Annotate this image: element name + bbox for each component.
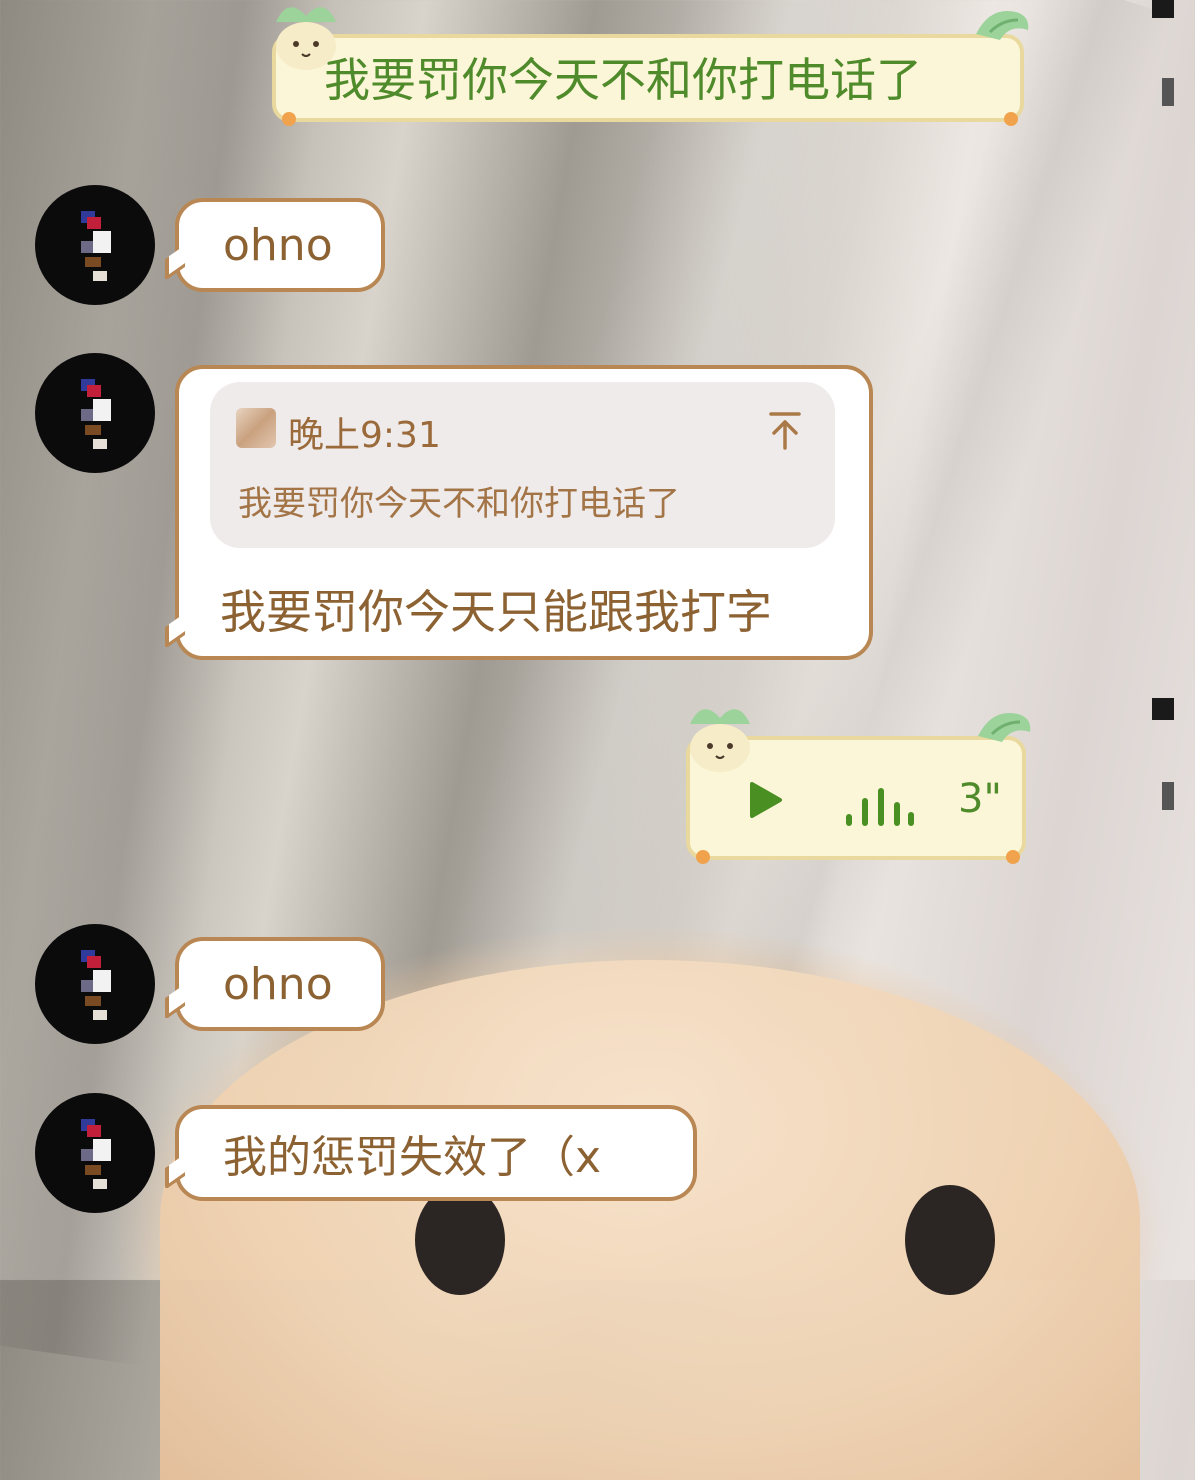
arrow-up-to-line-icon[interactable] bbox=[767, 410, 803, 450]
avatar[interactable] bbox=[35, 1093, 155, 1213]
background-plush-toy bbox=[160, 960, 1140, 1480]
leaf-tail-icon bbox=[978, 712, 1031, 742]
quoted-message[interactable]: 晚上9:31 我要罚你今天不和你打电话了 bbox=[210, 382, 835, 548]
leafeon-mascot-icon bbox=[690, 709, 750, 772]
background-plush-eye bbox=[415, 1185, 505, 1295]
message-text: 我要罚你今天不和你打电话了 bbox=[324, 53, 922, 107]
outgoing-voice-bubble[interactable]: 3" bbox=[686, 709, 1031, 864]
leaf-tail-icon bbox=[976, 10, 1029, 40]
message-text: ohno bbox=[223, 958, 333, 1010]
avatar[interactable] bbox=[35, 924, 155, 1044]
play-icon[interactable] bbox=[746, 780, 784, 820]
message-text: 我要罚你今天只能跟我打字 bbox=[220, 585, 772, 639]
mascot-foot bbox=[282, 112, 296, 126]
background-plush-eye bbox=[905, 1185, 995, 1295]
audio-wave-icon bbox=[846, 788, 914, 826]
message-text: ohno bbox=[223, 219, 333, 271]
mascot-foot bbox=[1004, 112, 1018, 126]
scroll-marker bbox=[1162, 782, 1174, 810]
message-text: 我的惩罚失效了（x bbox=[223, 1132, 602, 1183]
scroll-marker bbox=[1152, 0, 1174, 18]
incoming-message-bubble[interactable]: 我的惩罚失效了（x bbox=[175, 1105, 697, 1201]
voice-duration: 3" bbox=[958, 776, 1002, 822]
mascot-foot bbox=[1006, 850, 1020, 864]
quote-avatar bbox=[236, 408, 276, 448]
avatar[interactable] bbox=[35, 185, 155, 305]
outgoing-message-bubble[interactable]: 我要罚你今天不和你打电话了 bbox=[272, 7, 1029, 126]
mascot-foot bbox=[696, 850, 710, 864]
quote-time: 晚上9:31 bbox=[288, 415, 441, 456]
leafeon-mascot-icon bbox=[276, 7, 336, 70]
quote-text: 我要罚你今天不和你打电话了 bbox=[238, 484, 680, 524]
incoming-message-bubble[interactable]: ohno bbox=[175, 937, 385, 1031]
avatar[interactable] bbox=[35, 353, 155, 473]
scroll-marker bbox=[1152, 698, 1174, 720]
scroll-marker bbox=[1162, 78, 1174, 106]
incoming-message-bubble[interactable]: ohno bbox=[175, 198, 385, 292]
